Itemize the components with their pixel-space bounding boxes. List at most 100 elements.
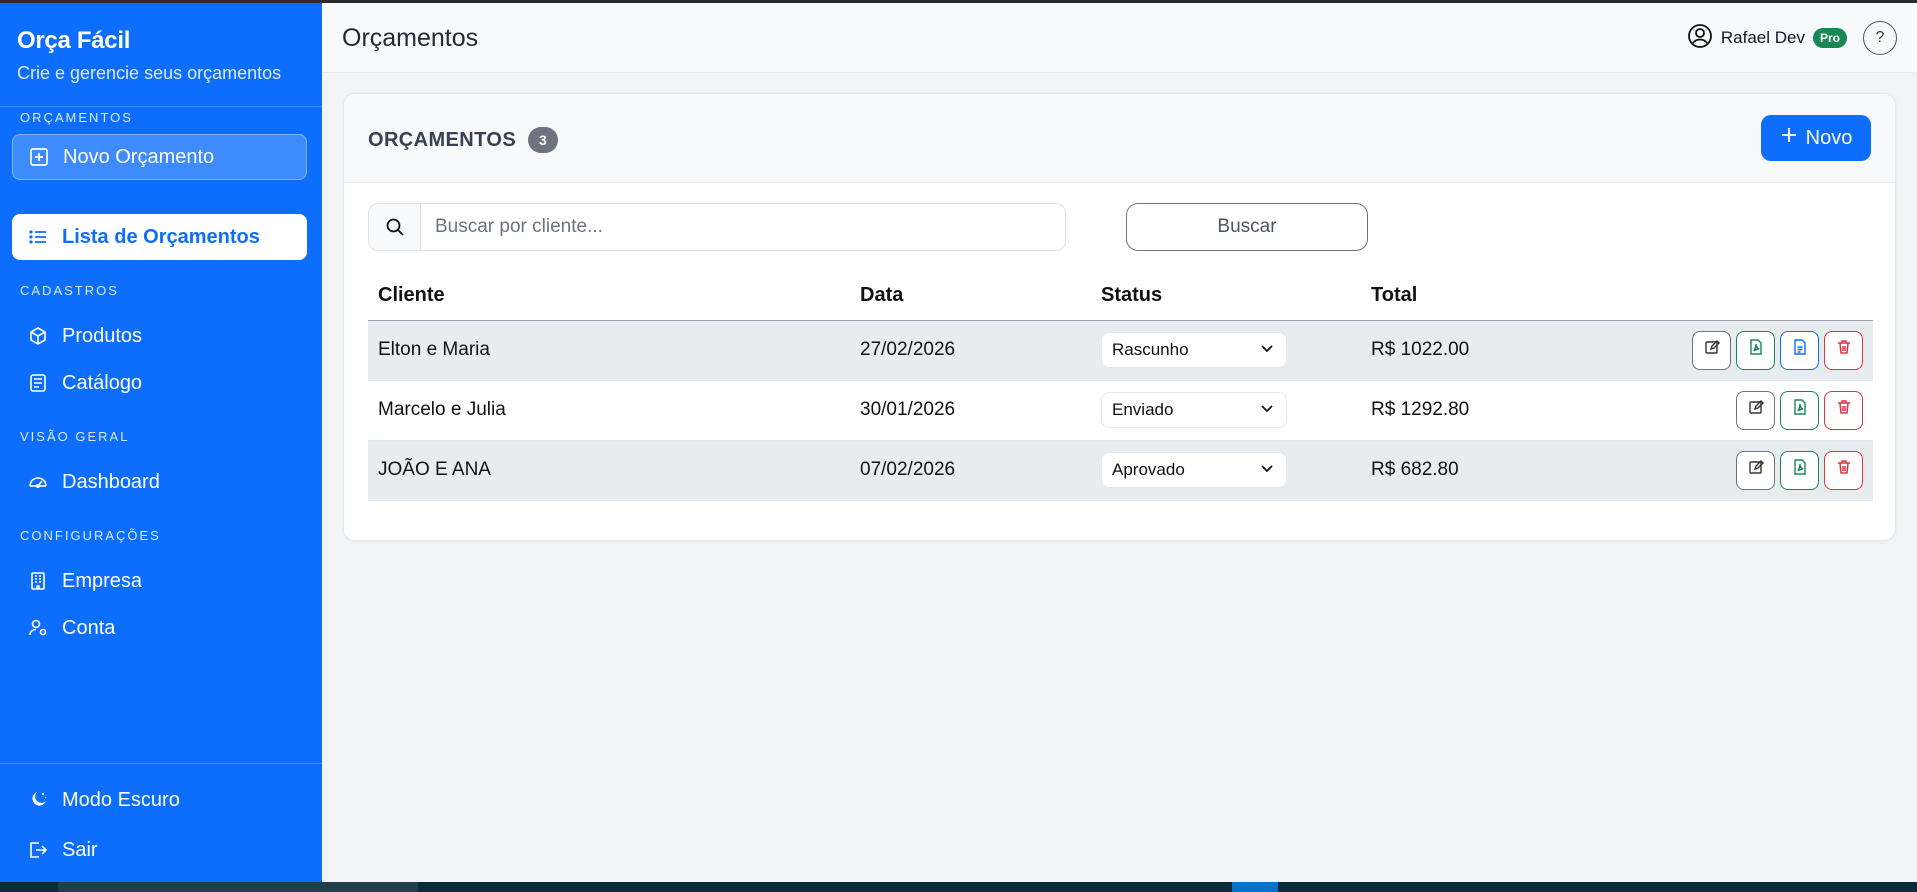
edit-button[interactable] — [1736, 450, 1775, 490]
table-row: JOÃO E ANA 07/02/2026 Aprovado R$ 682.80 — [368, 440, 1873, 501]
page-title: Orçamentos — [342, 24, 479, 52]
search-icon — [369, 204, 421, 250]
sidebar-divider — [0, 763, 322, 764]
catalog-icon — [28, 373, 48, 393]
status-value: Rascunho — [1112, 340, 1189, 359]
trash-icon — [1836, 399, 1852, 421]
sidebar: Orça Fácil Crie e gerencie seus orçament… — [0, 3, 322, 882]
status-value: Aprovado — [1112, 460, 1185, 479]
file-pdf-icon — [1748, 339, 1764, 361]
cell-total: R$ 682.80 — [1361, 440, 1561, 501]
trash-icon — [1836, 459, 1852, 481]
card-title-text: ORÇAMENTOS — [368, 128, 517, 151]
column-header-total: Total — [1361, 272, 1561, 321]
taskbar-active-app[interactable] — [1232, 882, 1278, 892]
brand-subtitle: Crie e gerencie seus orçamentos — [17, 63, 282, 83]
chevron-down-icon — [1260, 460, 1274, 480]
user-menu[interactable]: Rafael Dev Pro ? — [1687, 21, 1897, 55]
sidebar-item-label: Modo Escuro — [62, 788, 180, 811]
status-select[interactable]: Aprovado — [1101, 452, 1287, 488]
sidebar-item-lista-orcamentos[interactable]: Lista de Orçamentos — [12, 214, 307, 260]
sidebar-item-label: Catálogo — [62, 371, 143, 394]
column-header-cliente: Cliente — [368, 272, 850, 321]
delete-button[interactable] — [1824, 330, 1863, 370]
sidebar-item-label: Conta — [62, 616, 116, 639]
sidebar-item-dashboard[interactable]: Dashboard — [12, 459, 307, 505]
file-text-icon — [1792, 339, 1808, 361]
list-icon — [28, 227, 48, 247]
pencil-square-icon — [1704, 339, 1720, 361]
card-header: ORÇAMENTOS 3 Novo — [344, 94, 1895, 183]
section-label-orcamentos: ORÇAMENTOS — [20, 110, 133, 125]
sidebar-item-label: Dashboard — [62, 470, 160, 493]
sidebar-item-label: Produtos — [62, 324, 143, 347]
column-header-status: Status — [1091, 272, 1361, 321]
delete-button[interactable] — [1824, 390, 1863, 430]
top-header: Orçamentos Rafael Dev Pro ? — [322, 3, 1917, 73]
sidebar-item-modo-escuro[interactable]: Modo Escuro — [12, 777, 307, 823]
chevron-down-icon — [1260, 400, 1274, 420]
sidebar-item-empresa[interactable]: Empresa — [12, 558, 307, 604]
brand-title: Orça Fácil — [17, 27, 131, 54]
user-gear-icon — [28, 618, 48, 638]
box-icon — [28, 326, 48, 346]
cell-actions — [1561, 440, 1873, 501]
search-group — [368, 203, 1066, 251]
os-taskbar — [0, 882, 1917, 892]
file-pdf-icon — [1792, 399, 1808, 421]
sidebar-item-novo-orcamento[interactable]: Novo Orçamento — [12, 134, 307, 180]
new-orcamento-button[interactable]: Novo — [1761, 115, 1871, 161]
cell-status: Enviado — [1091, 380, 1361, 441]
chevron-down-icon — [1260, 340, 1274, 360]
column-header-actions — [1561, 272, 1873, 321]
table-row: Marcelo e Julia 30/01/2026 Enviado R$ 12… — [368, 380, 1873, 441]
cell-status: Rascunho — [1091, 320, 1361, 381]
table-header-row: Cliente Data Status Total — [368, 272, 1873, 321]
file-pdf-icon — [1792, 459, 1808, 481]
taskbar-app[interactable] — [58, 882, 418, 892]
card-title: ORÇAMENTOS 3 — [368, 127, 559, 153]
speedometer-icon — [28, 472, 48, 492]
cell-cliente: Elton e Maria — [368, 320, 850, 381]
cell-total: R$ 1022.00 — [1361, 320, 1561, 381]
orcamentos-card: ORÇAMENTOS 3 Novo Buscar Cliente Data St… — [343, 93, 1896, 541]
sidebar-item-label: Novo Orçamento — [63, 145, 215, 168]
section-label-visao-geral: VISÃO GERAL — [20, 429, 130, 444]
status-select[interactable]: Rascunho — [1101, 332, 1287, 368]
pdf-button[interactable] — [1780, 450, 1819, 490]
building-icon — [28, 571, 48, 591]
trash-icon — [1836, 339, 1852, 361]
cell-status: Aprovado — [1091, 440, 1361, 501]
sidebar-item-sair[interactable]: Sair — [12, 827, 307, 873]
search-button[interactable]: Buscar — [1126, 203, 1368, 251]
sidebar-item-produtos[interactable]: Produtos — [12, 313, 307, 359]
section-label-configuracoes: CONFIGURAÇÕES — [20, 528, 161, 543]
delete-button[interactable] — [1824, 450, 1863, 490]
orcamentos-table: Cliente Data Status Total Elton e Maria … — [368, 272, 1873, 501]
brand: Orça Fácil Crie e gerencie seus orçament… — [0, 3, 322, 107]
column-header-data: Data — [850, 272, 1091, 321]
cell-cliente: Marcelo e Julia — [368, 380, 850, 441]
help-button[interactable]: ? — [1863, 21, 1897, 55]
pdf-button[interactable] — [1780, 390, 1819, 430]
table-row: Elton e Maria 27/02/2026 Rascunho R$ 102… — [368, 320, 1873, 381]
status-value: Enviado — [1112, 400, 1174, 419]
pdf-button[interactable] — [1736, 330, 1775, 370]
pencil-square-icon — [1748, 399, 1764, 421]
cell-data: 27/02/2026 — [850, 320, 1091, 381]
edit-button[interactable] — [1692, 330, 1731, 370]
cell-data: 30/01/2026 — [850, 380, 1091, 441]
user-circle-icon — [1687, 23, 1713, 54]
document-button[interactable] — [1780, 330, 1819, 370]
cell-cliente: JOÃO E ANA — [368, 440, 850, 501]
edit-button[interactable] — [1736, 390, 1775, 430]
sidebar-item-conta[interactable]: Conta — [12, 605, 307, 651]
sidebar-item-label: Sair — [62, 838, 98, 861]
status-select[interactable]: Enviado — [1101, 392, 1287, 428]
count-badge: 3 — [528, 127, 559, 153]
logout-icon — [28, 840, 48, 860]
sidebar-item-label: Lista de Orçamentos — [62, 225, 260, 248]
cell-actions — [1561, 320, 1873, 381]
search-input[interactable] — [421, 204, 1065, 250]
sidebar-item-catalogo[interactable]: Catálogo — [12, 360, 307, 406]
